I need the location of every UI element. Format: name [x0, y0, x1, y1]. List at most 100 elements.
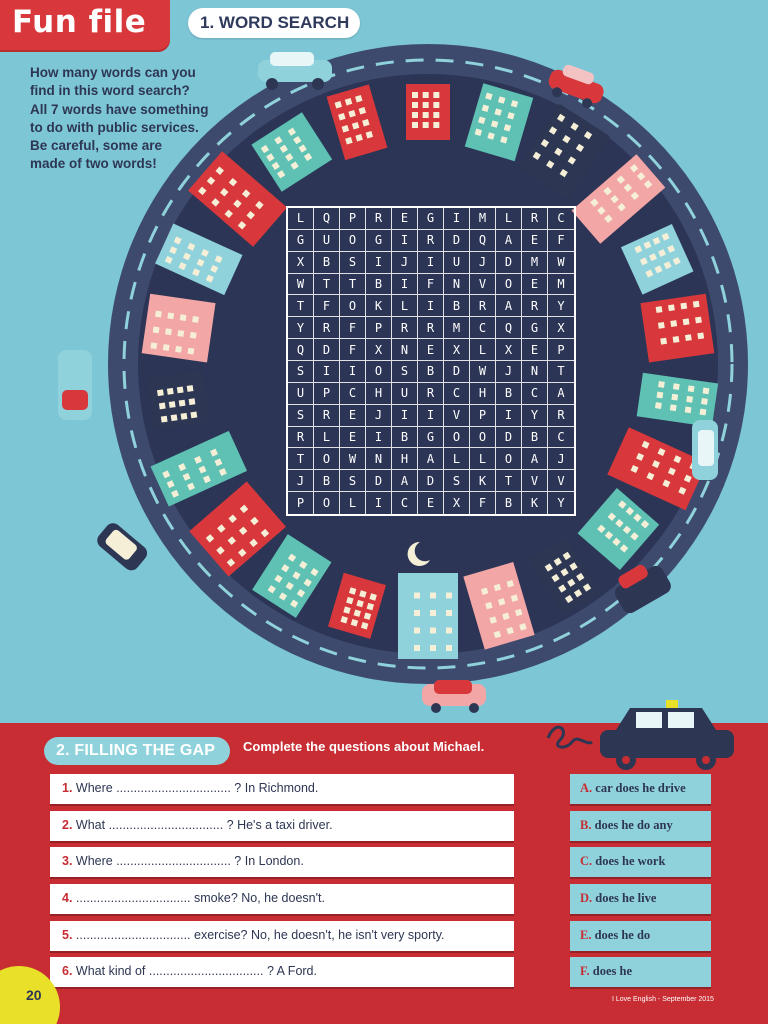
word-search-cell[interactable]: P	[288, 492, 314, 514]
word-search-cell[interactable]: V	[444, 404, 470, 427]
word-search-cell[interactable]: L	[288, 208, 314, 230]
word-search-cell[interactable]: D	[418, 470, 444, 493]
word-search-cell[interactable]: T	[340, 273, 366, 296]
answer-c[interactable]: C. does he work	[570, 847, 711, 877]
word-search-cell[interactable]: A	[496, 295, 522, 318]
word-search-cell[interactable]: D	[444, 361, 470, 383]
answer-b[interactable]: B. does he do any	[570, 811, 711, 841]
question-4[interactable]: 4. ................................. smo…	[50, 884, 514, 914]
word-search-cell[interactable]: G	[522, 317, 548, 340]
question-6[interactable]: 6. What kind of ........................…	[50, 957, 514, 987]
word-search-cell[interactable]: O	[314, 492, 340, 514]
word-search-cell[interactable]: I	[314, 361, 340, 383]
word-search-cell[interactable]: R	[470, 295, 496, 318]
word-search-cell[interactable]: V	[548, 470, 574, 493]
word-search-cell[interactable]: J	[548, 448, 574, 471]
word-search-cell[interactable]: F	[418, 273, 444, 296]
word-search-cell[interactable]: R	[418, 229, 444, 252]
word-search-cell[interactable]: S	[340, 251, 366, 274]
word-search-cell[interactable]: M	[522, 251, 548, 274]
word-search-cell[interactable]: B	[366, 273, 392, 296]
word-search-cell[interactable]: E	[522, 339, 548, 361]
word-search-cell[interactable]: D	[496, 426, 522, 449]
word-search-cell[interactable]: N	[522, 361, 548, 383]
word-search-cell[interactable]: R	[392, 317, 418, 340]
word-search-cell[interactable]: X	[548, 317, 574, 340]
word-search-cell[interactable]: F	[340, 317, 366, 340]
word-search-cell[interactable]: A	[548, 383, 574, 405]
word-search-cell[interactable]: B	[392, 426, 418, 449]
word-search-cell[interactable]: C	[522, 382, 548, 405]
word-search-cell[interactable]: L	[392, 295, 418, 318]
word-search-cell[interactable]: I	[418, 404, 444, 427]
word-search-cell[interactable]: H	[366, 382, 392, 405]
question-1[interactable]: 1. Where ...............................…	[50, 774, 514, 804]
word-search-grid[interactable]: LQPREGIMLRCGUOGIRDQAEFXBSIJIUJDMWWTTBIFN…	[286, 206, 576, 516]
word-search-cell[interactable]: S	[392, 361, 418, 383]
word-search-cell[interactable]: K	[522, 492, 548, 514]
word-search-cell[interactable]: Q	[470, 229, 496, 252]
word-search-cell[interactable]: R	[314, 404, 340, 427]
word-search-cell[interactable]: R	[418, 382, 444, 405]
word-search-cell[interactable]: T	[314, 273, 340, 296]
word-search-cell[interactable]: C	[444, 382, 470, 405]
word-search-cell[interactable]: G	[418, 208, 444, 230]
word-search-cell[interactable]: O	[470, 426, 496, 449]
word-search-cell[interactable]: L	[340, 492, 366, 514]
word-search-cell[interactable]: F	[470, 492, 496, 514]
word-search-cell[interactable]: I	[392, 273, 418, 296]
word-search-cell[interactable]: E	[522, 273, 548, 296]
word-search-cell[interactable]: G	[288, 229, 314, 252]
word-search-cell[interactable]: W	[340, 448, 366, 471]
word-search-cell[interactable]: B	[522, 426, 548, 449]
word-search-cell[interactable]: R	[522, 295, 548, 318]
word-search-cell[interactable]: T	[288, 448, 314, 471]
word-search-cell[interactable]: R	[366, 208, 392, 230]
answer-a[interactable]: A. car does he drive	[570, 774, 711, 804]
word-search-cell[interactable]: O	[340, 229, 366, 252]
word-search-cell[interactable]: T	[288, 295, 314, 318]
word-search-cell[interactable]: D	[366, 470, 392, 493]
word-search-cell[interactable]: W	[470, 361, 496, 383]
word-search-cell[interactable]: I	[392, 404, 418, 427]
word-search-cell[interactable]: R	[522, 208, 548, 230]
word-search-cell[interactable]: L	[470, 339, 496, 361]
word-search-cell[interactable]: O	[366, 361, 392, 383]
word-search-cell[interactable]: F	[314, 295, 340, 318]
answer-e[interactable]: E. does he do	[570, 921, 711, 951]
word-search-cell[interactable]: B	[496, 382, 522, 405]
word-search-cell[interactable]: R	[548, 405, 574, 427]
word-search-cell[interactable]: Q	[288, 339, 314, 361]
word-search-cell[interactable]: U	[392, 382, 418, 405]
word-search-cell[interactable]: C	[340, 382, 366, 405]
word-search-cell[interactable]: R	[314, 317, 340, 340]
word-search-cell[interactable]: K	[366, 295, 392, 318]
word-search-cell[interactable]: C	[548, 427, 574, 449]
word-search-cell[interactable]: Y	[548, 492, 574, 514]
word-search-cell[interactable]: B	[418, 361, 444, 383]
answer-d[interactable]: D. does he live	[570, 884, 711, 914]
word-search-cell[interactable]: E	[340, 426, 366, 449]
word-search-cell[interactable]: O	[340, 295, 366, 318]
word-search-cell[interactable]: Q	[496, 317, 522, 340]
word-search-cell[interactable]: P	[340, 208, 366, 230]
word-search-cell[interactable]: C	[548, 208, 574, 230]
word-search-cell[interactable]: G	[418, 426, 444, 449]
word-search-cell[interactable]: U	[444, 251, 470, 274]
word-search-cell[interactable]: J	[366, 404, 392, 427]
word-search-cell[interactable]: T	[496, 470, 522, 493]
word-search-cell[interactable]: C	[392, 492, 418, 514]
answer-f[interactable]: F. does he	[570, 957, 711, 987]
word-search-cell[interactable]: E	[522, 229, 548, 252]
word-search-cell[interactable]: Y	[522, 404, 548, 427]
question-2[interactable]: 2. What ................................…	[50, 811, 514, 841]
word-search-cell[interactable]: A	[496, 229, 522, 252]
word-search-cell[interactable]: M	[470, 208, 496, 230]
word-search-cell[interactable]: N	[366, 448, 392, 471]
word-search-cell[interactable]: X	[496, 339, 522, 361]
word-search-cell[interactable]: F	[548, 230, 574, 252]
word-search-cell[interactable]: I	[366, 251, 392, 274]
word-search-cell[interactable]: J	[288, 470, 314, 493]
word-search-cell[interactable]: H	[392, 448, 418, 471]
word-search-cell[interactable]: A	[522, 448, 548, 471]
